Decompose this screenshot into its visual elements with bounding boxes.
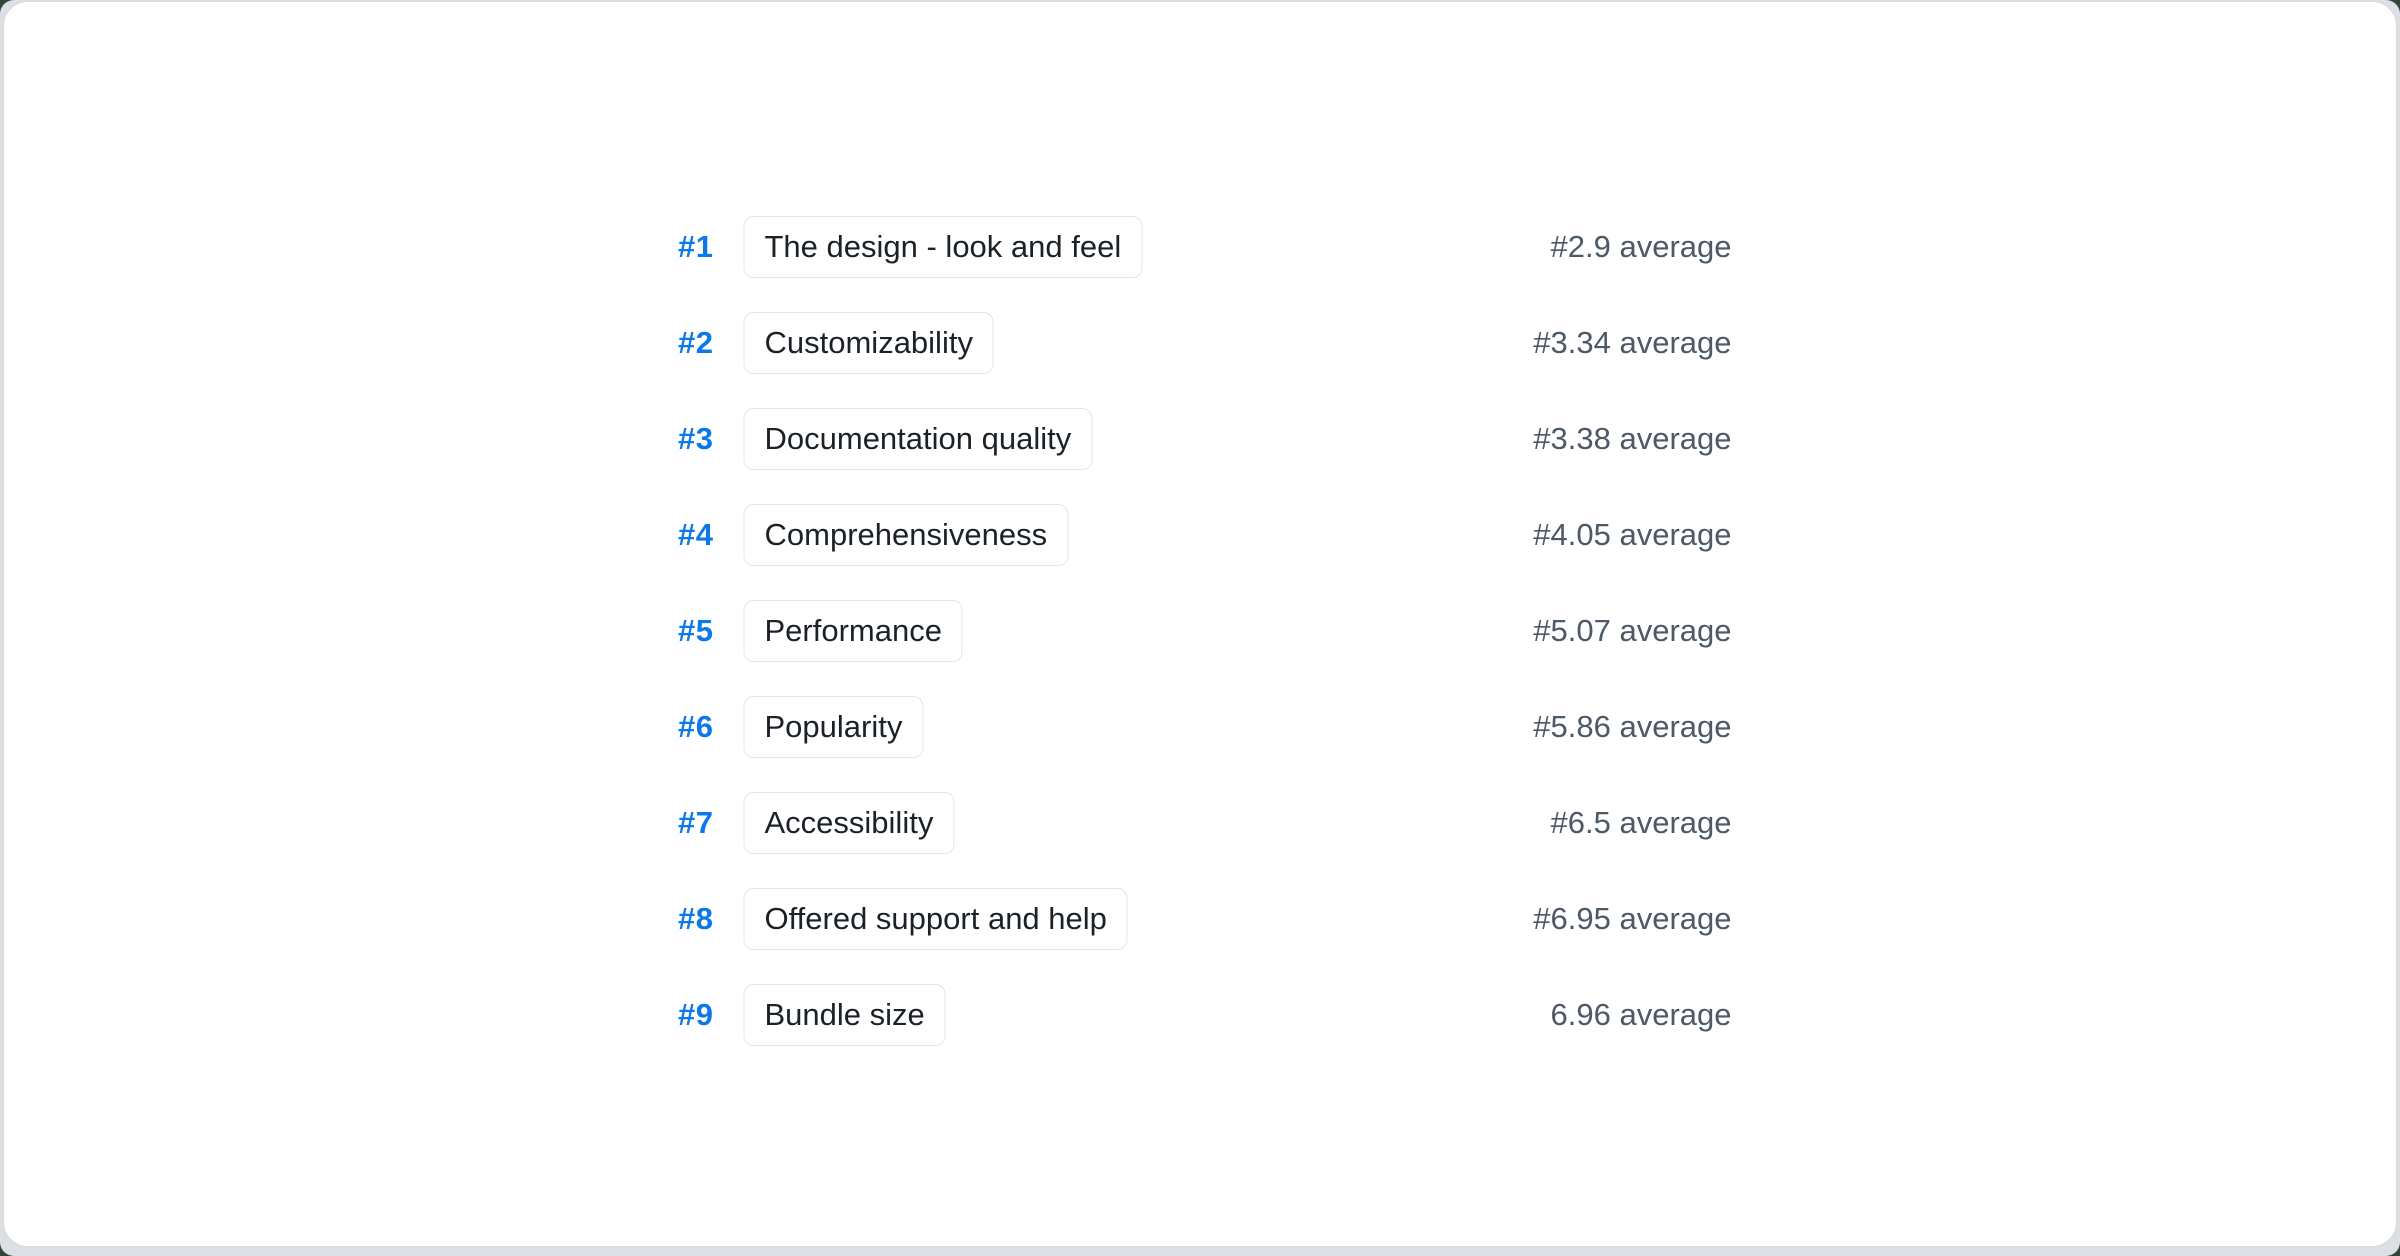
rank-number: #1 bbox=[669, 229, 714, 265]
average-score: #3.34 average bbox=[1533, 325, 1731, 361]
ranking-list: #1 The design - look and feel #2.9 avera… bbox=[669, 199, 1732, 1063]
rank-number: #5 bbox=[669, 613, 714, 649]
ranking-row: #3 Documentation quality #3.38 average bbox=[669, 391, 1732, 487]
average-score: #3.38 average bbox=[1533, 421, 1731, 457]
rank-number: #6 bbox=[669, 709, 714, 745]
option-chip[interactable]: The design - look and feel bbox=[744, 216, 1143, 278]
ranking-row: #2 Customizability #3.34 average bbox=[669, 295, 1732, 391]
ranking-row: #4 Comprehensiveness #4.05 average bbox=[669, 487, 1732, 583]
option-chip[interactable]: Performance bbox=[744, 600, 963, 662]
option-chip[interactable]: Offered support and help bbox=[744, 888, 1128, 950]
ranking-row: #6 Popularity #5.86 average bbox=[669, 679, 1732, 775]
option-chip[interactable]: Comprehensiveness bbox=[744, 504, 1069, 566]
results-card: #1 The design - look and feel #2.9 avera… bbox=[2, 0, 2398, 1248]
average-score: 6.96 average bbox=[1551, 997, 1732, 1033]
ranking-row: #5 Performance #5.07 average bbox=[669, 583, 1732, 679]
average-score: #4.05 average bbox=[1533, 517, 1731, 553]
rank-number: #8 bbox=[669, 901, 714, 937]
average-score: #2.9 average bbox=[1551, 229, 1732, 265]
option-chip[interactable]: Documentation quality bbox=[744, 408, 1093, 470]
ranking-row: #8 Offered support and help #6.95 averag… bbox=[669, 871, 1732, 967]
average-score: #5.07 average bbox=[1533, 613, 1731, 649]
ranking-row: #1 The design - look and feel #2.9 avera… bbox=[669, 199, 1732, 295]
rank-number: #9 bbox=[669, 997, 714, 1033]
rank-number: #2 bbox=[669, 325, 714, 361]
ranking-row: #7 Accessibility #6.5 average bbox=[669, 775, 1732, 871]
rank-number: #3 bbox=[669, 421, 714, 457]
ranking-row: #9 Bundle size 6.96 average bbox=[669, 967, 1732, 1063]
option-chip[interactable]: Customizability bbox=[744, 312, 994, 374]
rank-number: #4 bbox=[669, 517, 714, 553]
option-chip[interactable]: Accessibility bbox=[744, 792, 955, 854]
average-score: #5.86 average bbox=[1533, 709, 1731, 745]
average-score: #6.5 average bbox=[1551, 805, 1732, 841]
average-score: #6.95 average bbox=[1533, 901, 1731, 937]
rank-number: #7 bbox=[669, 805, 714, 841]
option-chip[interactable]: Popularity bbox=[744, 696, 924, 758]
option-chip[interactable]: Bundle size bbox=[744, 984, 946, 1046]
